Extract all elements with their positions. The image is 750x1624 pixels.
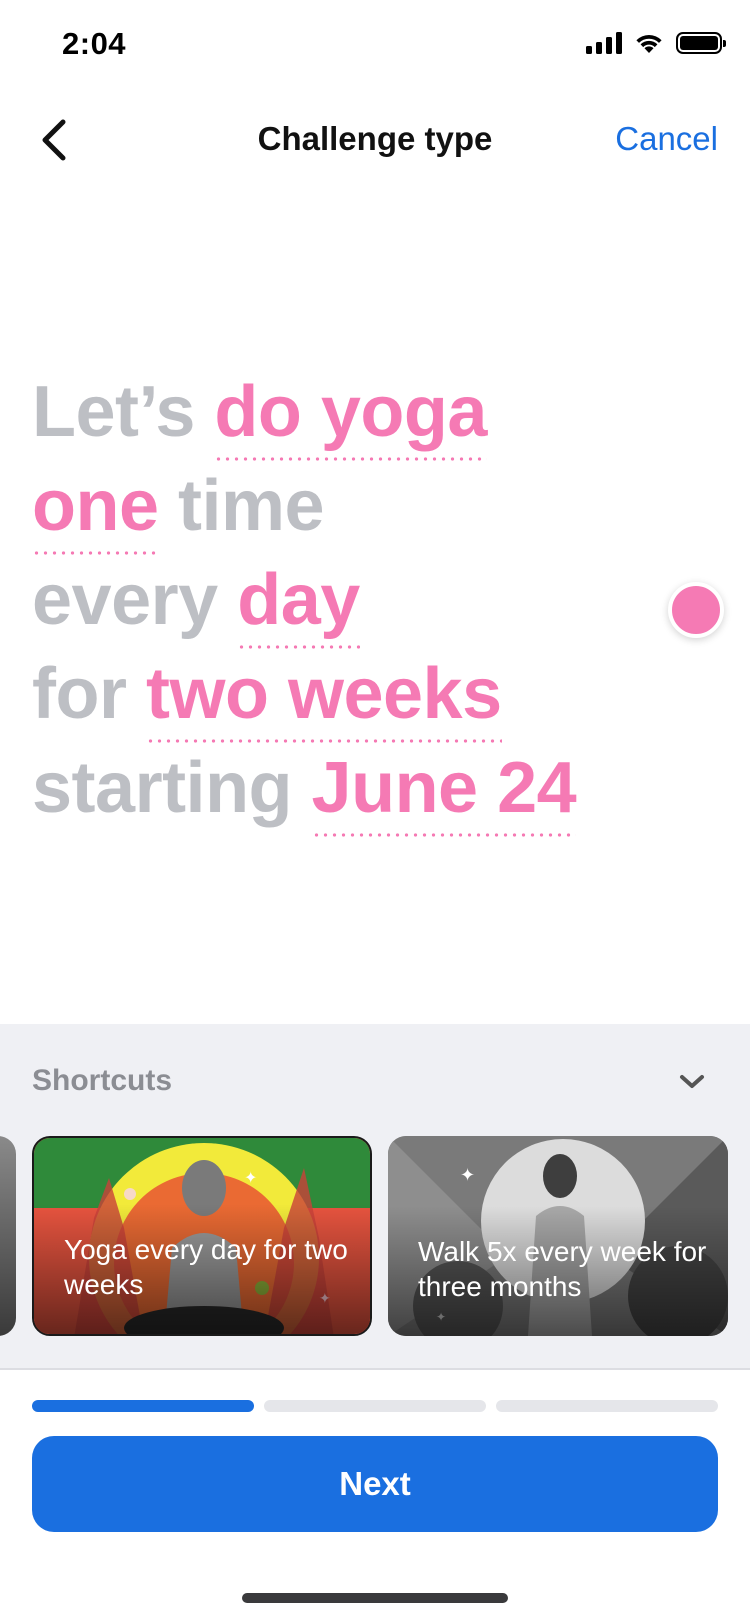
sentence-line-5: starting June 24 (32, 741, 672, 838)
svg-text:✦: ✦ (244, 1168, 257, 1187)
shortcut-card-walk[interactable]: ✦ ✦ Walk 5x every week for three months (388, 1136, 728, 1336)
edit-handle-dot[interactable] (668, 582, 724, 638)
progress-step-1 (32, 1400, 254, 1412)
sentence-line-3: every day (32, 553, 672, 650)
battery-icon (676, 32, 726, 54)
nav-bar: Challenge type Cancel (0, 100, 750, 180)
start-date-token[interactable]: June 24 (311, 748, 577, 838)
sentence-starting-word: starting (32, 748, 293, 828)
progress-step-3 (496, 1400, 718, 1412)
step-progress (32, 1400, 718, 1412)
challenge-sentence: Let’s do yoga one time every day for two… (32, 365, 672, 838)
svg-text:✦: ✦ (460, 1165, 475, 1186)
shortcut-card-yoga[interactable]: ✦ ✦ Yoga every day for two weeks (32, 1136, 372, 1336)
duration-token[interactable]: two weeks (146, 654, 502, 744)
sentence-lets: Let’s (32, 372, 195, 452)
cellular-signal-icon (586, 32, 622, 54)
progress-step-2 (264, 1400, 486, 1412)
status-icons (586, 32, 726, 54)
sentence-line-2: one time (32, 459, 672, 556)
shortcuts-toggle-button[interactable] (670, 1060, 714, 1104)
wifi-icon (636, 34, 662, 53)
next-button[interactable]: Next (32, 1436, 718, 1532)
sentence-line-1: Let’s do yoga (32, 365, 672, 462)
shortcut-card-label: Walk 5x every week for three months (418, 1236, 707, 1302)
shortcut-card-previous[interactable] (0, 1136, 16, 1336)
shortcuts-panel: Shortcuts ✦ ✦ Yoga every day for two wee… (0, 1024, 750, 1369)
chevron-down-icon (680, 1075, 704, 1088)
shortcut-card-label: Yoga every day for two weeks (64, 1234, 348, 1300)
shortcuts-title: Shortcuts (32, 1064, 173, 1097)
sentence-line-4: for two weeks (32, 647, 672, 744)
sentence-every-word: every (32, 560, 218, 640)
panel-divider (0, 1368, 750, 1370)
home-indicator (242, 1593, 508, 1603)
status-bar: 2:04 (0, 0, 750, 90)
frequency-token[interactable]: day (237, 560, 360, 650)
sentence-time-word: time (178, 466, 325, 546)
activity-token[interactable]: do yoga (214, 372, 487, 462)
cancel-button[interactable]: Cancel (615, 120, 718, 158)
sentence-for-word: for (32, 654, 127, 734)
status-time: 2:04 (62, 26, 127, 61)
count-token[interactable]: one (32, 466, 159, 556)
